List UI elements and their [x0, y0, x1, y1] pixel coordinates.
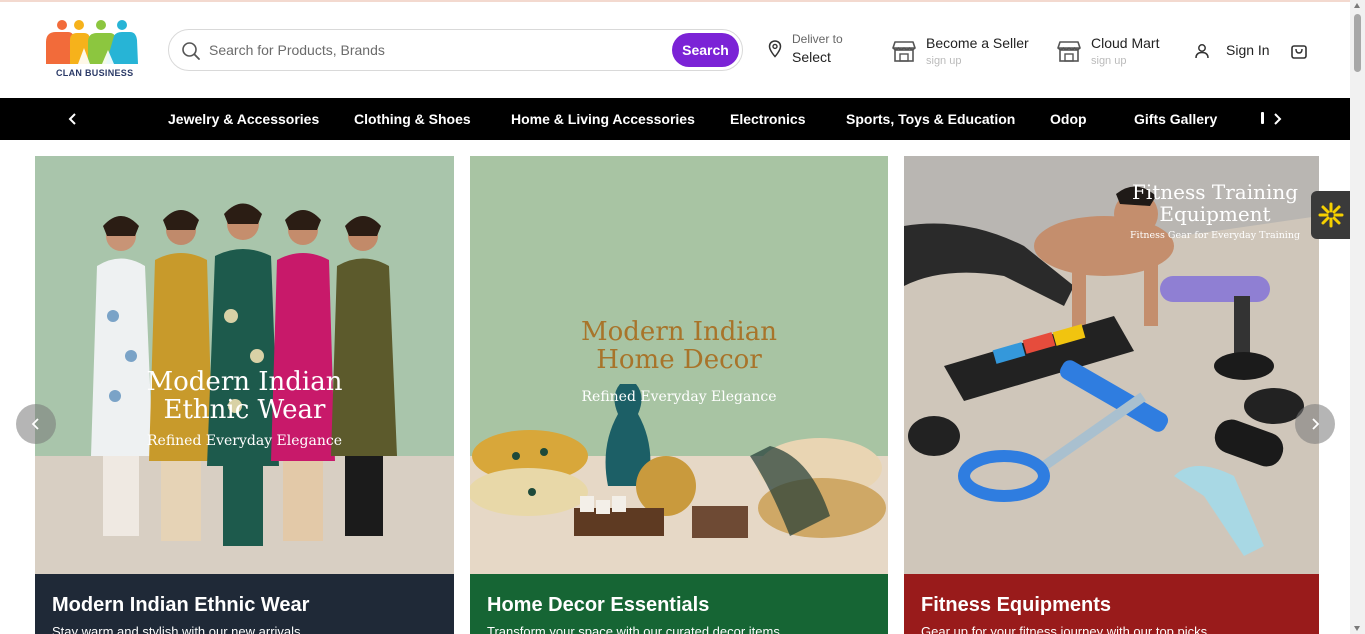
card-subtitle: Gear up for your fitness journey with ou… — [921, 624, 1208, 634]
card-title: Home Decor Essentials — [487, 594, 710, 616]
logo-text: CLAN BUSINESS — [56, 68, 134, 78]
nav-item-odop[interactable]: Odop — [1050, 111, 1087, 127]
store-icon — [892, 41, 916, 62]
card-subtitle: Stay warm and stylish with our new arriv… — [52, 624, 301, 634]
home-decor-overlay-title: Modern Indian Home Decor — [470, 318, 888, 374]
overlay-title-line-2: Ethnic Wear — [163, 395, 326, 426]
chevron-right-icon — [1274, 113, 1282, 125]
nav-item-gifts[interactable]: Gifts Gallery — [1134, 111, 1217, 127]
promo-card-fitness[interactable]: Fitness Training Equipment Fitness Gear … — [904, 156, 1319, 634]
clan-business-logo[interactable]: CLAN BUSINESS — [44, 20, 144, 80]
overlay-title-line-2: Home Decor — [596, 345, 762, 376]
sparkle-widget-button[interactable] — [1311, 191, 1351, 239]
nav-overflow-item — [1261, 112, 1264, 124]
ethnic-wear-overlay-title: Modern Indian Ethnic Wear — [35, 368, 454, 424]
scroll-up-arrow-icon[interactable] — [1354, 3, 1360, 8]
deliver-to-selector[interactable]: Deliver to Select — [768, 32, 868, 72]
become-seller-link[interactable]: Become a Seller sign up — [892, 32, 1042, 72]
cloud-mart-link[interactable]: Cloud Mart sign up — [1057, 32, 1187, 72]
header: CLAN BUSINESS Search Deliver to Select — [0, 2, 1350, 98]
chevron-left-icon — [31, 418, 39, 430]
search-icon — [182, 42, 200, 60]
fitness-overlay-sub: Fitness Gear for Everyday Training — [1129, 230, 1301, 241]
carousel-prev-button[interactable] — [16, 404, 56, 444]
scroll-down-arrow-icon[interactable] — [1354, 626, 1360, 631]
category-nav: Jewelry & Accessories Clothing & Shoes H… — [0, 98, 1350, 140]
sparkle-icon — [1318, 202, 1344, 228]
deliver-label: Deliver to — [792, 32, 843, 46]
nav-item-clothing[interactable]: Clothing & Shoes — [354, 111, 471, 127]
search-bar: Search — [168, 29, 743, 71]
home-decor-caption: Home Decor Essentials Transform your spa… — [470, 574, 888, 634]
logo-figures-icon — [46, 20, 138, 64]
home-decor-image: Modern Indian Home Decor Refined Everyda… — [470, 156, 888, 574]
nav-item-electronics[interactable]: Electronics — [730, 111, 805, 127]
become-seller-sub: sign up — [926, 55, 962, 67]
ethnic-wear-image: Modern Indian Ethnic Wear Refined Everyd… — [35, 156, 454, 574]
search-button[interactable]: Search — [672, 33, 739, 67]
store-icon — [1057, 41, 1081, 62]
sign-in-label: Sign In — [1226, 42, 1270, 58]
overlay-title-line-1: Modern Indian — [581, 317, 777, 347]
card-title: Fitness Equipments — [921, 594, 1112, 616]
overlay-title-line-1: Modern Indian — [146, 367, 343, 397]
nav-item-home-living[interactable]: Home & Living Accessories — [511, 111, 695, 127]
promo-card-ethnic-wear[interactable]: Modern Indian Ethnic Wear Refined Everyd… — [35, 156, 454, 634]
overlay-title-line-2: Equipment — [1159, 201, 1271, 226]
carousel-next-button[interactable] — [1295, 404, 1335, 444]
location-pin-icon — [768, 40, 782, 58]
nav-item-jewelry[interactable]: Jewelry & Accessories — [168, 111, 319, 127]
deliver-value: Select — [792, 49, 831, 65]
shopping-bag-icon[interactable] — [1290, 42, 1308, 60]
chevron-left-icon — [68, 113, 76, 125]
page: CLAN BUSINESS Search Deliver to Select — [0, 0, 1365, 634]
page-scrollbar[interactable] — [1350, 0, 1365, 634]
overlay-title-line-1: Fitness Training — [1131, 180, 1299, 204]
user-icon — [1195, 44, 1209, 59]
cloud-mart-title: Cloud Mart — [1091, 35, 1160, 51]
fitness-overlay-title: Fitness Training Equipment — [1104, 180, 1319, 226]
promo-card-home-decor[interactable]: Modern Indian Home Decor Refined Everyda… — [470, 156, 888, 634]
home-decor-overlay-sub: Refined Everyday Elegance — [581, 389, 777, 405]
fitness-caption: Fitness Equipments Gear up for your fitn… — [904, 574, 1319, 634]
search-input[interactable] — [209, 38, 669, 62]
cloud-mart-sub: sign up — [1091, 55, 1127, 67]
nav-prev-button[interactable] — [64, 110, 82, 128]
ethnic-wear-caption: Modern Indian Ethnic Wear Stay warm and … — [35, 574, 454, 634]
nav-item-sports-toys[interactable]: Sports, Toys & Education — [846, 111, 1015, 127]
fitness-equipment-image: Fitness Training Equipment Fitness Gear … — [904, 156, 1319, 574]
chevron-right-icon — [1312, 418, 1320, 430]
scrollbar-thumb[interactable] — [1354, 14, 1361, 72]
card-subtitle: Transform your space with our curated de… — [487, 624, 780, 634]
sign-in-link[interactable]: Sign In — [1194, 32, 1274, 72]
ethnic-wear-overlay-sub: Refined Everyday Elegance — [147, 433, 342, 449]
nav-next-button[interactable] — [1268, 110, 1286, 128]
become-seller-title: Become a Seller — [926, 35, 1029, 51]
card-title: Modern Indian Ethnic Wear — [52, 594, 310, 616]
